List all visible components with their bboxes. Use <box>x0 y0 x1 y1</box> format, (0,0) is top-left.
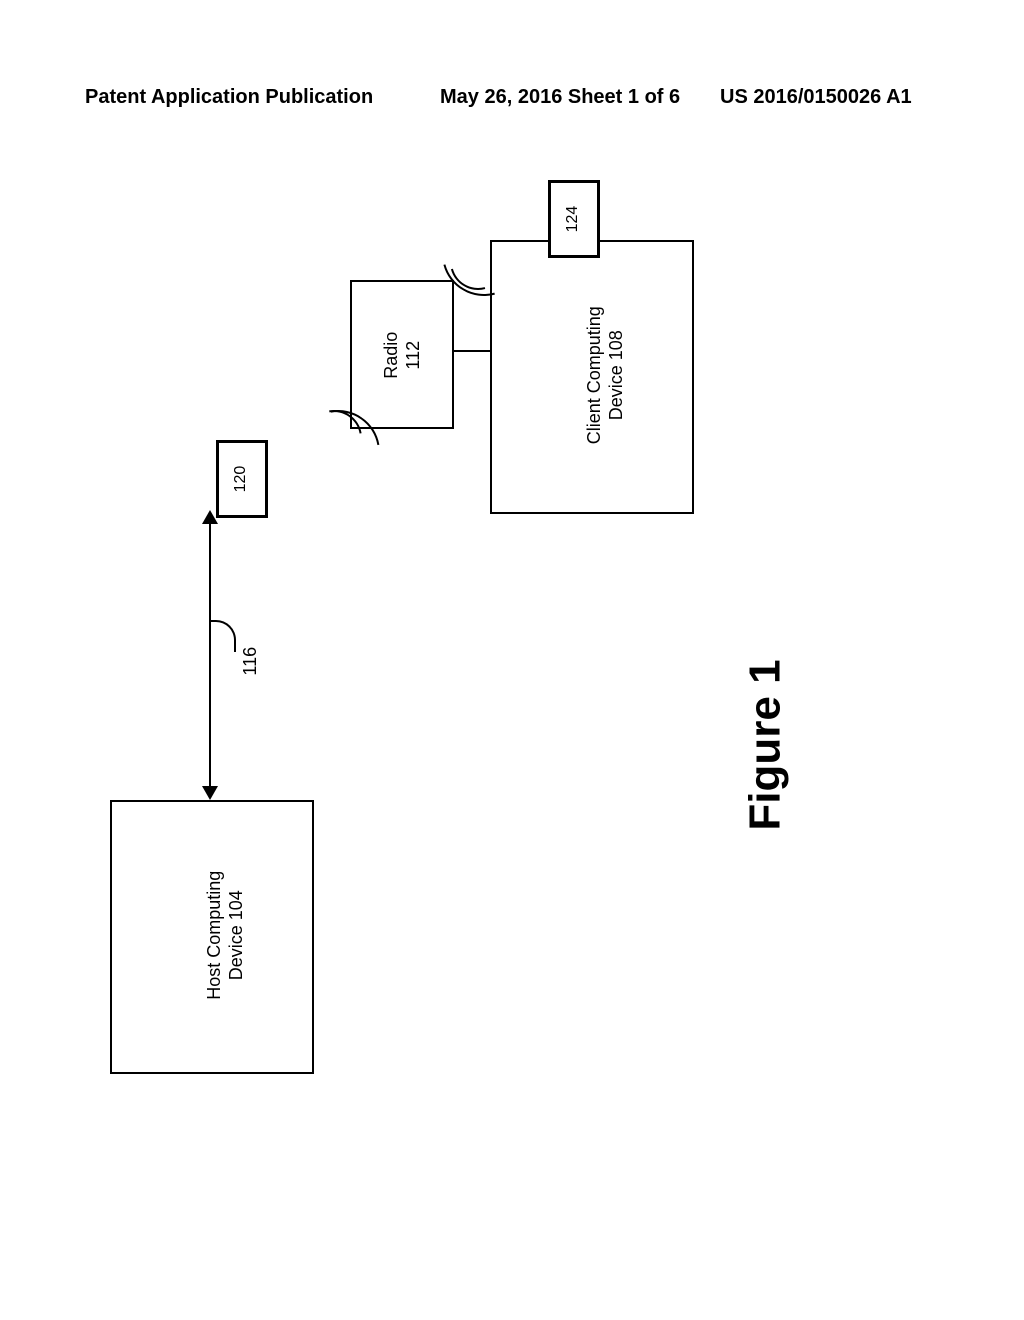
ref-124-label: 124 <box>563 189 583 249</box>
figure-1-diagram: Host Computing Device 104 Client Computi… <box>110 180 910 1080</box>
ref-116-label: 116 <box>239 641 262 681</box>
header-mid: May 26, 2016 Sheet 1 of 6 <box>440 86 680 109</box>
radio-box: Radio 112 <box>350 280 454 429</box>
client-computing-device-box: Client Computing Device 108 <box>490 240 694 514</box>
client-radio-stub <box>450 350 490 352</box>
client-box-line1: Client Computing <box>583 285 606 465</box>
page: Patent Application Publication May 26, 2… <box>0 0 1024 1320</box>
header-left: Patent Application Publication <box>85 86 373 109</box>
host-box-line1: Host Computing <box>203 845 226 1025</box>
header-right: US 2016/0150026 A1 <box>720 86 912 109</box>
leader-116 <box>210 620 236 652</box>
radio-box-line2: 112 <box>402 310 425 400</box>
host-box-line2: Device 104 <box>225 845 248 1025</box>
connection-116 <box>209 524 211 786</box>
figure-caption: Figure 1 <box>741 659 791 830</box>
arrow-icon <box>202 786 218 800</box>
ref-120-box: 120 <box>216 440 268 518</box>
radio-box-line1: Radio <box>380 310 403 400</box>
host-computing-device-box: Host Computing Device 104 <box>110 800 314 1074</box>
client-box-line2: Device 108 <box>605 285 628 465</box>
ref-124-box: 124 <box>548 180 600 258</box>
ref-120-label: 120 <box>231 449 251 509</box>
